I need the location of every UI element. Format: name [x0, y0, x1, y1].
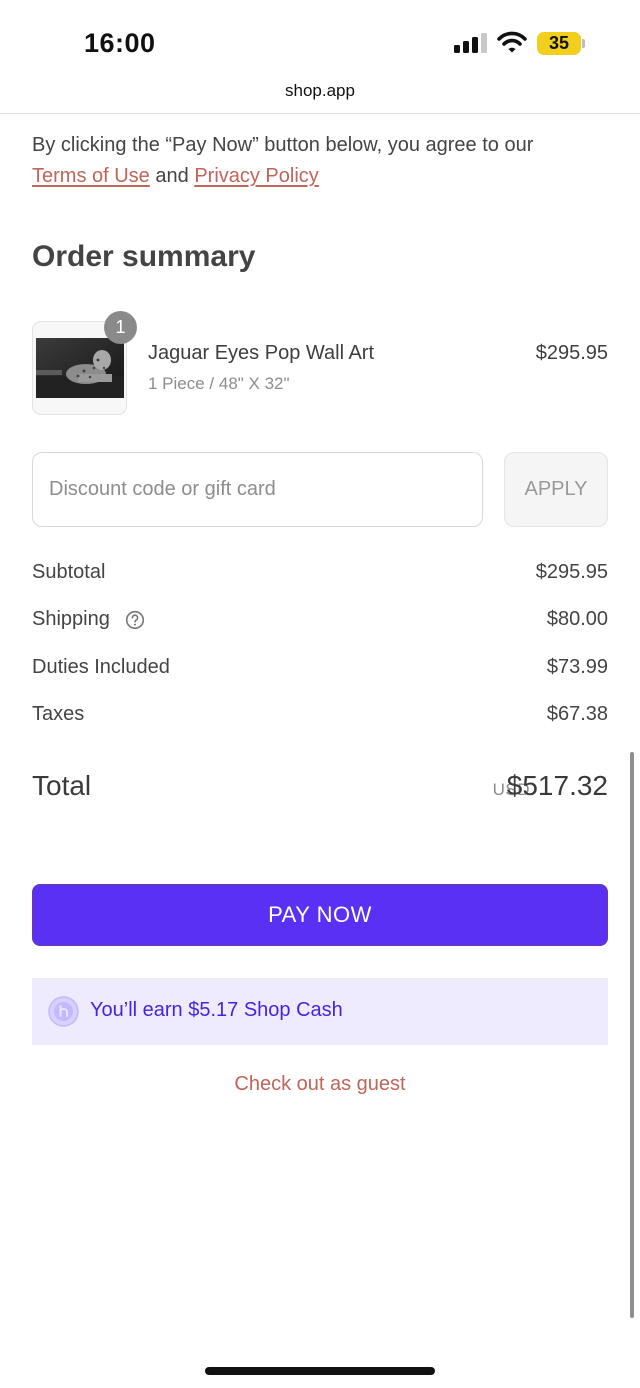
subtotal-row: Subtotal $295.95 [32, 561, 608, 591]
shop-cash-banner: You’ll earn $5.17 Shop Cash [32, 978, 608, 1045]
order-summary-title: Order summary [32, 240, 256, 273]
duties-row: Duties Included $73.99 [32, 656, 608, 686]
subtotal-value: $295.95 [535, 561, 608, 583]
status-bar: 16:00 35 [0, 0, 640, 78]
legal-prefix: By clicking the “Pay Now” button below, … [32, 134, 534, 156]
url-text: shop.app [285, 81, 355, 100]
legal-and: and [155, 165, 189, 187]
taxes-label: Taxes [32, 703, 85, 725]
privacy-policy-link[interactable]: Privacy Policy [194, 165, 318, 187]
status-time: 16:00 [84, 28, 156, 58]
battery-cap [582, 39, 585, 48]
shop-cash-coin-icon [48, 996, 79, 1027]
battery-icon: 35 [537, 32, 581, 55]
taxes-value: $67.38 [546, 703, 608, 725]
shipping-label: Shipping [32, 608, 110, 630]
apply-discount-button[interactable]: APPLY [504, 452, 608, 527]
question-circle-icon[interactable] [125, 610, 145, 630]
shipping-value: $80.00 [546, 608, 608, 630]
cellular-signal-icon [454, 33, 488, 53]
quantity-badge: 1 [104, 311, 137, 344]
total-value: $517.32 [506, 770, 608, 801]
battery-level: 35 [548, 33, 570, 53]
total-label: Total [32, 770, 92, 801]
product-name: Jaguar Eyes Pop Wall Art [148, 342, 375, 364]
discount-code-input[interactable] [32, 452, 483, 527]
wifi-icon [497, 31, 527, 53]
scrollbar[interactable] [630, 752, 634, 1318]
taxes-row: Taxes $67.38 [32, 703, 608, 733]
legal-notice: By clicking the “Pay Now” button below, … [32, 130, 612, 192]
home-indicator[interactable] [205, 1367, 435, 1375]
browser-url-bar[interactable]: shop.app [0, 78, 640, 114]
duties-value: $73.99 [546, 656, 608, 678]
duties-label: Duties Included [32, 656, 170, 678]
product-variant: 1 Piece / 48" X 32" [148, 374, 290, 393]
shipping-row: Shipping $80.00 [32, 608, 608, 638]
checkout-as-guest-link[interactable]: Check out as guest [0, 1073, 640, 1096]
pay-now-button[interactable]: PAY NOW [32, 884, 608, 946]
product-price: $295.95 [535, 342, 608, 364]
subtotal-label: Subtotal [32, 561, 106, 583]
shop-cash-text: You’ll earn $5.17 Shop Cash [90, 999, 343, 1021]
jaguar-image [36, 338, 124, 398]
terms-of-use-link[interactable]: Terms of Use [32, 165, 150, 187]
